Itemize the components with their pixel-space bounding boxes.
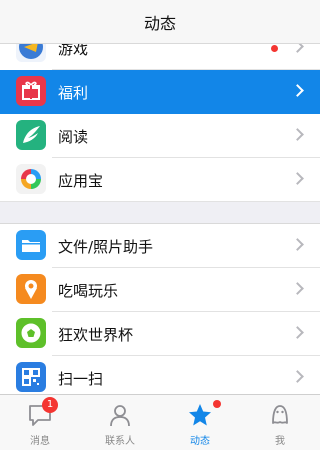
nav-bar: 动态 (0, 0, 320, 44)
tab-label: 我 (275, 436, 285, 447)
tab-messages[interactable]: 1 消息 (0, 395, 80, 450)
tab-contacts[interactable]: 联系人 (80, 395, 160, 450)
folder-icon (16, 230, 46, 260)
tab-bar: 1 消息 联系人 动态 我 (0, 394, 320, 450)
list-item-reading[interactable]: 阅读 (0, 114, 320, 158)
list-item-label: 文件/照片助手 (58, 237, 154, 256)
gift-icon (16, 76, 46, 106)
chevron-right-icon (291, 326, 304, 339)
chevron-right-icon (291, 172, 304, 185)
tab-me[interactable]: 我 (240, 395, 320, 450)
tab-label: 联系人 (105, 436, 135, 447)
list-item-food[interactable]: 吃喝玩乐 (0, 268, 320, 312)
qr-scan-icon (16, 362, 46, 392)
soccer-icon (16, 318, 46, 348)
me-icon (272, 405, 288, 424)
chevron-right-icon (291, 238, 304, 251)
chevron-right-icon (291, 84, 304, 97)
list-item-label: 阅读 (58, 127, 89, 146)
chevron-right-icon (291, 282, 304, 295)
list-item-game[interactable]: 游戏 (0, 44, 320, 70)
list-item-label: 狂欢世界杯 (58, 325, 134, 344)
chevron-right-icon (291, 44, 304, 53)
new-dot (213, 400, 221, 408)
list-item-label: 福利 (58, 83, 89, 102)
contacts-icon (110, 405, 130, 427)
list-item-world-cup[interactable]: 狂欢世界杯 (0, 312, 320, 356)
reading-icon (16, 120, 46, 150)
page-title: 动态 (143, 13, 176, 33)
list-item-label: 扫一扫 (58, 369, 104, 388)
chevron-right-icon (291, 128, 304, 141)
tab-label: 消息 (30, 436, 50, 447)
tab-dynamic[interactable]: 动态 (160, 395, 240, 450)
star-icon (189, 404, 211, 426)
list-item-file-helper[interactable]: 文件/照片助手 (0, 224, 320, 268)
tab-label: 动态 (190, 436, 210, 447)
list-item-label: 游戏 (58, 44, 89, 58)
app-store-icon (16, 164, 46, 194)
food-icon (16, 274, 46, 304)
list-item-welfare[interactable]: 福利 (0, 70, 320, 114)
chevron-right-icon (291, 370, 304, 383)
list-item-app-store[interactable]: 应用宝 (0, 158, 320, 202)
dynamic-list: 游戏 福利 阅读 应用宝 文件/照片助手 吃喝玩乐 狂欢世界杯 扫一扫 (0, 44, 320, 394)
list-item-label: 应用宝 (58, 171, 104, 190)
list-item-label: 吃喝玩乐 (58, 281, 119, 300)
new-dot (271, 44, 278, 52)
list-item-scan[interactable]: 扫一扫 (0, 356, 320, 394)
unread-badge: 1 (42, 397, 58, 413)
game-icon (16, 44, 46, 62)
